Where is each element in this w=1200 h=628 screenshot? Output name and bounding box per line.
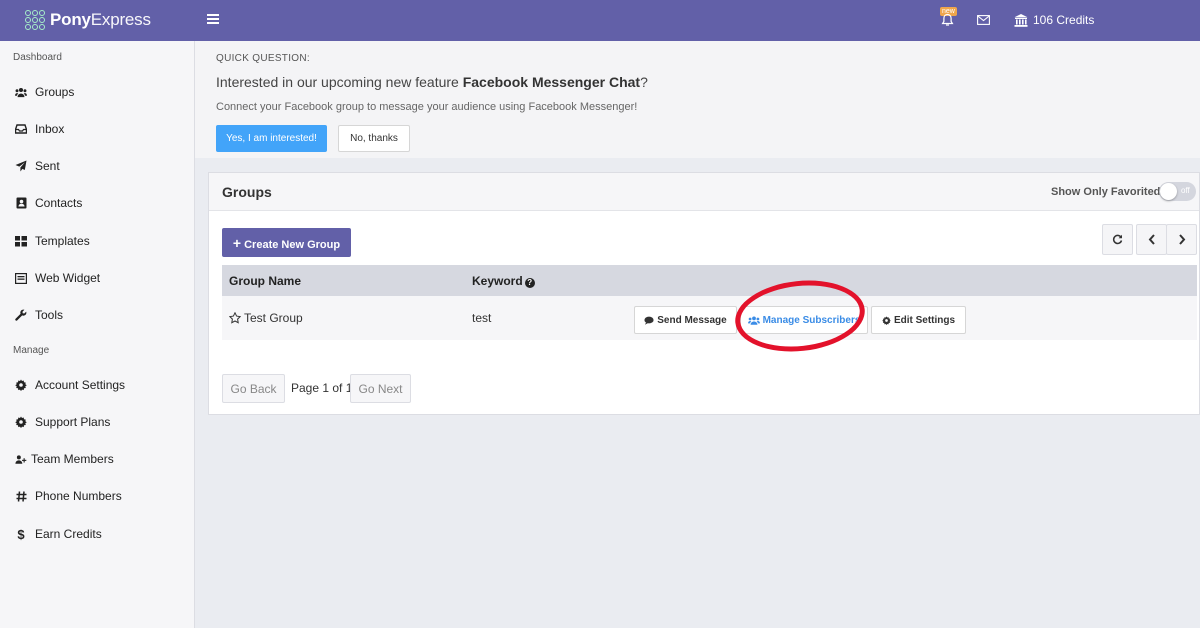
group-name-cell: Test Group (229, 311, 303, 325)
sidebar-item-label: Earn Credits (35, 527, 102, 541)
comment-icon (644, 316, 654, 325)
refresh-button[interactable] (1102, 224, 1133, 255)
sidebar-item-inbox[interactable]: Inbox (15, 119, 64, 139)
users-icon (747, 316, 760, 325)
toggle-state-label: off (1181, 186, 1190, 195)
sidebar-item-label: Templates (35, 234, 90, 248)
sidebar-item-account-settings[interactable]: Account Settings (15, 375, 125, 395)
sidebar-item-contacts[interactable]: Contacts (15, 193, 82, 213)
user-plus-icon (15, 453, 27, 465)
gear-icon (15, 416, 27, 428)
sidebar-item-label: Sent (35, 159, 60, 173)
table-row: Test Group test Send Message Manage Subs… (222, 296, 1197, 340)
bell-icon (941, 13, 954, 26)
groups-panel: Groups Show Only Favorited off + Create N… (208, 172, 1200, 415)
no-thanks-button[interactable]: No, thanks (338, 125, 410, 152)
sidebar-item-label: Groups (35, 85, 75, 99)
plus-icon: + (232, 234, 242, 251)
users-icon (15, 86, 27, 98)
quick-question-banner: QUICK QUESTION: Interested in our upcomi… (195, 41, 1200, 158)
sidebar-item-tools[interactable]: Tools (15, 305, 63, 325)
grid-icon (15, 235, 27, 247)
notifications-button[interactable]: new (938, 7, 962, 32)
sidebar-item-support-plans[interactable]: Support Plans (15, 412, 110, 432)
banner-kicker: QUICK QUESTION: (216, 53, 310, 64)
sidebar-item-label: Account Settings (35, 378, 126, 392)
sidebar-item-label: Inbox (35, 122, 65, 136)
bank-icon (1014, 13, 1028, 27)
edit-settings-button[interactable]: Edit Settings (871, 306, 966, 334)
credits-count: 106 Credits (1033, 13, 1095, 27)
sidebar-item-label: Tools (35, 308, 64, 322)
interested-button[interactable]: Yes, I am interested! (216, 125, 327, 152)
sidebar: Dashboard Groups Inbox Sent Contacts Tem… (0, 41, 195, 628)
chevron-right-icon (1178, 234, 1185, 245)
groups-table-header: Group Name Keyword? (222, 265, 1197, 296)
sidebar-item-label: Contacts (35, 196, 83, 210)
mail-icon[interactable] (977, 15, 990, 25)
go-next-button[interactable]: Go Next (350, 374, 411, 403)
sidebar-item-team-members[interactable]: Team Members (15, 449, 114, 469)
favorite-filter-label: Show Only Favorited (1051, 186, 1161, 198)
star-outline-icon[interactable] (229, 312, 241, 324)
create-group-button[interactable]: + Create New Group (222, 228, 351, 257)
favorite-toggle[interactable]: off (1159, 182, 1196, 201)
credits-link[interactable]: 106 Credits (1014, 13, 1094, 27)
column-keyword[interactable]: Keyword? (472, 274, 535, 288)
paper-plane-icon (15, 160, 27, 172)
panel-header: Groups Show Only Favorited off (209, 173, 1199, 211)
panel-title: Groups (222, 184, 272, 200)
previous-page-button[interactable] (1136, 224, 1167, 255)
inbox-icon (15, 123, 27, 135)
gear-icon (15, 379, 27, 391)
sidebar-item-templates[interactable]: Templates (15, 231, 90, 251)
sidebar-section-manage: Manage (13, 345, 50, 356)
gear-icon (882, 315, 891, 325)
refresh-icon (1112, 234, 1123, 245)
dollar-icon: $ (17, 526, 25, 542)
toggle-knob (1160, 183, 1177, 200)
group-name[interactable]: Test Group (244, 311, 303, 325)
sidebar-item-earn-credits[interactable]: $ Earn Credits (15, 524, 102, 544)
next-page-button[interactable] (1166, 224, 1197, 255)
sidebar-item-groups[interactable]: Groups (15, 82, 74, 102)
address-book-icon (15, 197, 27, 209)
banner-title: Interested in our upcoming new feature F… (216, 74, 648, 90)
top-navbar: PonyExpress new 106 Credits (0, 0, 1200, 41)
menu-toggle-icon[interactable] (207, 12, 219, 26)
brand-logo[interactable]: PonyExpress (25, 10, 151, 30)
sidebar-item-label: Support Plans (35, 415, 111, 429)
chevron-left-icon (1148, 234, 1155, 245)
sidebar-item-label: Phone Numbers (35, 489, 122, 503)
sidebar-item-web-widget[interactable]: Web Widget (15, 268, 100, 288)
send-message-button[interactable]: Send Message (634, 306, 737, 334)
create-group-label: Create New Group (244, 238, 341, 251)
widget-icon (15, 272, 27, 284)
page-indicator: Page 1 of 1 (291, 381, 353, 395)
hash-icon (15, 490, 27, 502)
wrench-icon (15, 309, 27, 321)
sidebar-item-label: Team Members (31, 452, 114, 466)
keyword-cell: test (472, 311, 492, 325)
logo-icon (25, 10, 45, 30)
column-group-name[interactable]: Group Name (229, 274, 301, 288)
help-icon[interactable]: ? (524, 278, 535, 288)
sidebar-item-phone-numbers[interactable]: Phone Numbers (15, 486, 122, 506)
banner-description: Connect your Facebook group to message y… (216, 101, 638, 113)
sidebar-item-label: Web Widget (35, 271, 101, 285)
manage-subscribers-button[interactable]: Manage Subscribers (740, 306, 868, 334)
go-back-button[interactable]: Go Back (222, 374, 285, 403)
sidebar-section-dashboard: Dashboard (13, 52, 62, 63)
brand-name: PonyExpress (50, 10, 151, 29)
sidebar-item-sent[interactable]: Sent (15, 156, 60, 176)
